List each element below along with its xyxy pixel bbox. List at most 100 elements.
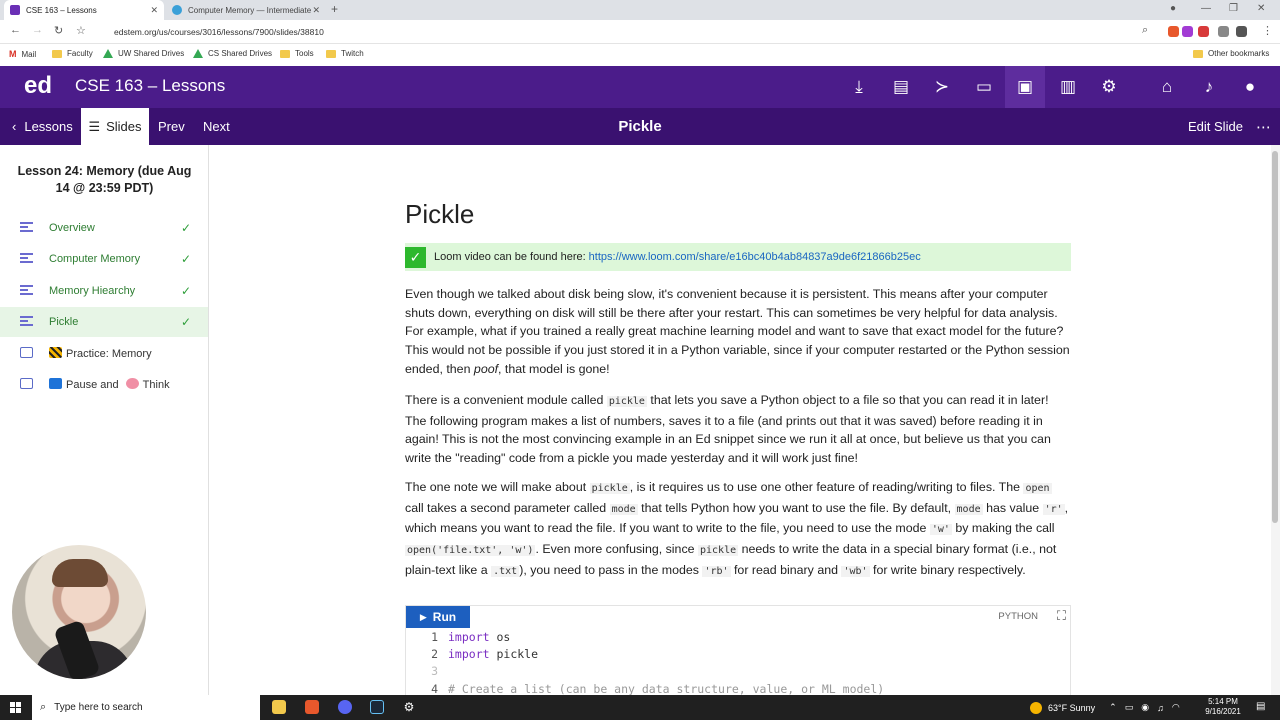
sidebar-item-computer-memory[interactable]: Computer Memory ✓ <box>0 244 208 274</box>
page-scrollbar[interactable] <box>1271 145 1280 695</box>
scrollbar-thumb[interactable] <box>1272 151 1278 523</box>
fullscreen-icon[interactable]: ⛶ <box>1057 608 1066 624</box>
paragraph-text: , is it requires us to use one other fea… <box>629 480 1021 494</box>
system-tray: 63°F Sunny ⌃ ▭ ◉ ♫ ◠ <box>1030 695 1180 720</box>
new-tab-icon[interactable]: + <box>331 2 338 16</box>
clipboard-icon[interactable]: ▭ <box>973 76 995 98</box>
weather-sun-icon <box>1030 701 1042 714</box>
taskbar-search[interactable]: ⌕ Type here to search <box>32 695 260 720</box>
download-icon[interactable]: ⤓ <box>848 76 870 98</box>
check-box-icon: ✓ <box>405 246 426 268</box>
windows-start-icon[interactable] <box>10 702 21 713</box>
webcam-overlay <box>12 545 146 679</box>
extension-icon[interactable] <box>1218 26 1229 37</box>
restore-icon[interactable]: ❐ <box>1229 3 1238 14</box>
extension-icon[interactable] <box>1198 26 1209 37</box>
file-explorer-icon[interactable] <box>272 700 286 714</box>
network-icon[interactable]: ▭ <box>1125 702 1134 713</box>
bookmark-label: CS Shared Drives <box>208 49 273 58</box>
lessons-label: Lessons <box>24 119 73 134</box>
notifications-bell-icon[interactable]: ♪ <box>1198 76 1220 98</box>
next-button[interactable]: Next <box>203 108 230 145</box>
sidebar-item-practice-memory[interactable]: Practice: Memory <box>0 338 208 368</box>
slide-title: Pickle <box>618 118 662 135</box>
emphasis-text: poof <box>473 361 499 376</box>
code-line: 3 <box>406 664 448 678</box>
bookmark-tools[interactable]: Tools <box>280 49 314 58</box>
brave-browser-icon[interactable] <box>305 700 319 714</box>
terminal-icon[interactable]: ≻ <box>931 76 953 98</box>
edit-slide-button[interactable]: Edit Slide <box>1188 108 1243 145</box>
extension-icon[interactable] <box>1236 26 1247 37</box>
code-comment: # Create a list (can be any data structu… <box>448 682 885 695</box>
loom-link[interactable]: https://www.loom.com/share/e16bc40b4ab84… <box>589 251 921 263</box>
close-tab-icon[interactable]: ✕ <box>312 5 320 16</box>
discussion-icon[interactable]: ▤ <box>890 76 912 98</box>
sidebar-item-memory-hiearchy[interactable]: Memory Hiearchy ✓ <box>0 276 208 306</box>
lessons-icon[interactable]: ▣ <box>1005 66 1045 108</box>
webcam-hair <box>52 559 108 587</box>
lessons-back-button[interactable]: ‹ Lessons <box>12 108 73 145</box>
inline-code: open('file.txt', 'w') <box>405 545 536 557</box>
settings-gear-icon[interactable]: ⚙ <box>402 700 416 714</box>
ed-logo[interactable]: ed <box>24 72 52 100</box>
pause-emoji-icon <box>49 377 62 389</box>
run-button[interactable]: ▶ Run <box>406 606 470 628</box>
code-line: 2 import pickle <box>406 647 538 661</box>
url-field[interactable]: edstem.org/us/courses/3016/lessons/7900/… <box>100 23 1160 41</box>
browser-tab[interactable]: Computer Memory — Intermediate D ✕ <box>166 0 326 20</box>
paragraph-text: that tells Python how you want to use th… <box>641 500 952 515</box>
zoom-icon[interactable]: ⌕ <box>1142 24 1148 37</box>
back-icon[interactable]: ← <box>10 24 21 36</box>
slide-content: Pickle ✓ Loom video can be found here: h… <box>210 145 1272 695</box>
other-bookmarks[interactable]: Other bookmarks <box>1193 49 1269 58</box>
ed-header: ed CSE 163 – Lessons ⤓ ▤ ≻ ▭ ▣ ▥ ⚙ ⌂ ♪ ● <box>0 66 1280 108</box>
line-number: 4 <box>431 682 438 695</box>
settings-gear-icon[interactable]: ⚙ <box>1098 76 1120 98</box>
forward-icon[interactable]: → <box>32 24 43 36</box>
checkmark-icon: ✓ <box>181 221 192 235</box>
bookmarks-bar: M Mail Faculty UW Shared Drives CS Share… <box>0 44 1280 66</box>
paragraph-text: . Even more confusing, since <box>535 542 695 557</box>
language-label: PYTHON <box>998 611 1038 622</box>
close-window-icon[interactable]: ✕ <box>1257 3 1265 14</box>
brave-shield-icon[interactable] <box>1168 26 1179 37</box>
home-icon[interactable]: ⌂ <box>1156 76 1178 98</box>
tray-expand-icon[interactable]: ⌃ <box>1109 702 1117 713</box>
bookmark-mail[interactable]: M Mail <box>9 49 36 59</box>
course-title[interactable]: CSE 163 – Lessons <box>75 76 225 96</box>
taskbar-clock[interactable]: 5:14 PM 9/16/2021 <box>1200 697 1246 717</box>
notifications-icon[interactable]: ▤ <box>1256 701 1265 712</box>
reload-icon[interactable]: ↻ <box>54 24 63 37</box>
code-keyword: import <box>448 647 490 661</box>
bookmark-star-icon[interactable]: ☆ <box>76 24 86 37</box>
sidebar-item-pickle[interactable]: Pickle ✓ <box>0 307 208 337</box>
bookmark-uw-shared-drives[interactable]: UW Shared Drives <box>103 49 184 58</box>
sidebar-item-overview[interactable]: Overview ✓ <box>0 213 208 243</box>
steam-icon[interactable] <box>370 700 384 714</box>
chevron-left-icon: ‹ <box>12 119 17 134</box>
prev-button[interactable]: Prev <box>158 108 185 145</box>
extension-icon[interactable] <box>1182 26 1193 37</box>
discord-icon[interactable] <box>338 700 352 714</box>
close-tab-icon[interactable]: ✕ <box>150 5 158 16</box>
drive-icon <box>103 49 113 58</box>
more-options-icon[interactable]: ⋯ <box>1256 108 1271 145</box>
bookmark-twitch[interactable]: Twitch <box>326 49 364 58</box>
wifi-icon[interactable]: ◠ <box>1172 702 1180 713</box>
bookmark-faculty[interactable]: Faculty <box>52 49 93 58</box>
tab-search-icon[interactable]: ● <box>1170 3 1176 14</box>
weather-text[interactable]: 63°F Sunny <box>1048 703 1095 713</box>
line-number: 2 <box>431 647 438 661</box>
sidebar-item-pause-and-think[interactable]: Pause and Think <box>0 369 208 399</box>
minimize-icon[interactable]: — <box>1201 3 1211 14</box>
bookmark-cs-shared-drives[interactable]: CS Shared Drives <box>193 49 272 58</box>
tray-app-icon[interactable]: ◉ <box>1141 702 1149 713</box>
code-snippet[interactable]: ▶ Run PYTHON ⛶ 1 import os 2 import pickle… <box>405 605 1071 695</box>
user-avatar-icon[interactable]: ● <box>1239 76 1261 98</box>
slides-toggle-button[interactable]: ☰ Slides <box>81 108 149 145</box>
analytics-icon[interactable]: ▥ <box>1057 76 1079 98</box>
menu-icon[interactable]: ⋮ <box>1262 24 1273 37</box>
browser-tab-active[interactable]: CSE 163 – Lessons ✕ <box>4 0 164 20</box>
volume-icon[interactable]: ♫ <box>1157 703 1164 713</box>
